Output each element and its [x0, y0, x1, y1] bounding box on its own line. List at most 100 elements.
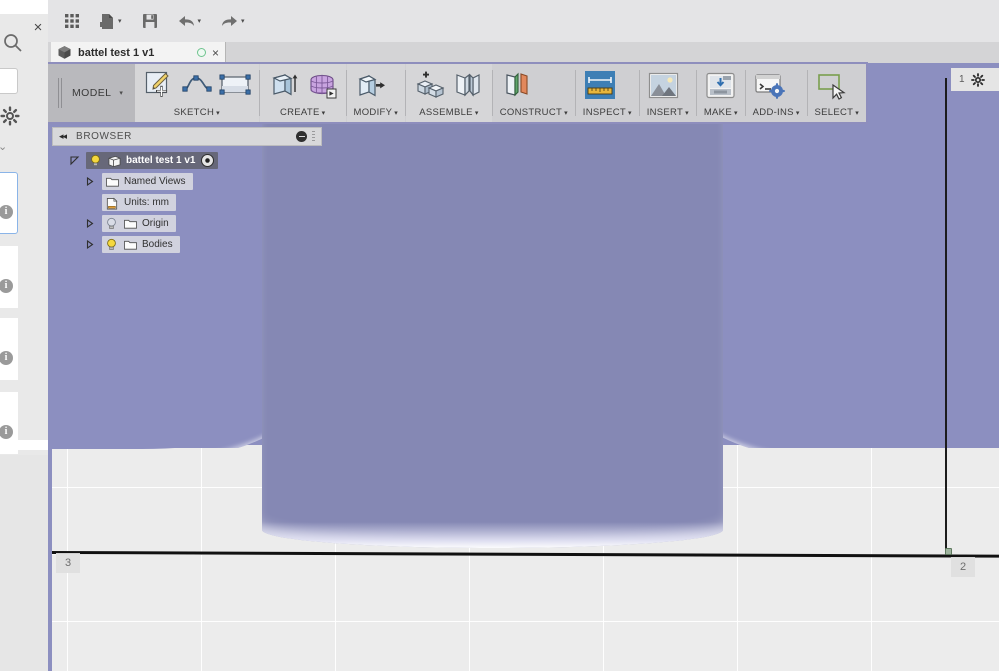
result-card-3[interactable]: i	[0, 318, 18, 380]
info-icon[interactable]: i	[0, 205, 13, 219]
gear-icon[interactable]	[0, 106, 20, 126]
background-lower-pane	[0, 455, 48, 671]
result-card-1[interactable]: i	[0, 172, 18, 234]
info-icon[interactable]: i	[0, 425, 13, 439]
joint-icon	[453, 70, 483, 100]
measure-button[interactable]	[583, 68, 617, 102]
spline-button[interactable]	[180, 68, 214, 102]
3d-print-button[interactable]	[704, 68, 738, 102]
tree-item-units[interactable]: Units: mm	[52, 193, 322, 212]
panel-create: CREATE ▾	[259, 64, 346, 122]
create-sketch-button[interactable]	[142, 68, 176, 102]
expand-caret-icon[interactable]	[86, 218, 102, 229]
expand-caret-icon[interactable]	[86, 239, 102, 250]
panel-label-insert[interactable]: INSERT ▾	[647, 107, 689, 118]
offset-plane-button[interactable]	[500, 68, 534, 102]
tree-item-label: Named Views	[124, 176, 186, 187]
redo-icon	[221, 14, 238, 28]
sketch-point-2[interactable]: 2	[951, 557, 975, 577]
tree-item-named-views[interactable]: Named Views	[52, 172, 322, 191]
workspace-label: MODEL	[72, 87, 112, 99]
viewport-settings-strip[interactable]: 1	[951, 68, 999, 91]
tab-bar-empty-area	[227, 42, 999, 63]
panel-inspect: INSPECT ▾	[576, 64, 639, 122]
browser-header[interactable]: ◂◂ BROWSER	[52, 127, 322, 146]
select-button[interactable]	[814, 68, 848, 102]
rectangle-button[interactable]	[218, 68, 252, 102]
background-input-box[interactable]	[0, 68, 18, 94]
create-form-button[interactable]	[305, 68, 339, 102]
spline-icon	[181, 70, 213, 100]
minimize-icon[interactable]	[296, 131, 307, 142]
tree-item-bodies[interactable]: Bodies	[52, 235, 322, 254]
panel-name: SKETCH	[173, 107, 215, 118]
scripts-addins-button[interactable]	[753, 68, 787, 102]
visibility-bulb-on-icon[interactable]	[105, 238, 118, 251]
chevron-down-icon: ▾	[685, 110, 689, 117]
save-icon	[142, 13, 158, 29]
close-icon[interactable]: ×	[30, 20, 46, 36]
body-right-curve	[714, 412, 999, 448]
chevron-down-icon[interactable]: ▾	[241, 17, 245, 25]
tree-item-root[interactable]: battel test 1 v1	[52, 151, 322, 170]
chevron-down-icon: ▾	[855, 110, 860, 117]
press-pull-button[interactable]	[354, 68, 388, 102]
document-tab[interactable]: battel test 1 v1 ×	[51, 42, 226, 63]
gear-icon[interactable]	[970, 72, 985, 87]
folder-icon	[123, 218, 137, 230]
panel-name: INSERT	[646, 107, 684, 118]
tree-item-label: Origin	[142, 218, 169, 229]
document-tab-title: battel test 1 v1	[78, 46, 155, 59]
panel-label-construct[interactable]: CONSTRUCT ▾	[500, 107, 568, 118]
joint-button[interactable]	[451, 68, 485, 102]
sketch-point-3[interactable]: 3	[56, 553, 80, 573]
chevron-down-icon[interactable]: ⌄	[0, 140, 14, 154]
file-menu-button[interactable]: ▾	[90, 6, 132, 36]
workspace-switcher[interactable]: MODEL ▾	[48, 64, 135, 122]
undo-button[interactable]: ▾	[168, 6, 212, 36]
info-icon[interactable]: i	[0, 351, 13, 365]
result-card-2[interactable]: i	[0, 246, 18, 308]
chevron-down-icon[interactable]: ▾	[118, 17, 122, 25]
redo-button[interactable]: ▾	[211, 6, 255, 36]
chevron-down-icon[interactable]: ▾	[198, 17, 202, 25]
extrude-button[interactable]	[267, 68, 301, 102]
panel-label-inspect[interactable]: INSPECT ▾	[583, 107, 632, 118]
panel-label-make[interactable]: MAKE ▾	[704, 107, 738, 118]
panel-make: MAKE ▾	[697, 64, 745, 122]
close-icon[interactable]: ×	[212, 47, 219, 59]
panel-label-sketch[interactable]: SKETCH ▾	[142, 107, 252, 118]
collapse-panel-icon[interactable]: ◂◂	[59, 131, 67, 142]
tree-item-origin[interactable]: Origin	[52, 214, 322, 233]
folder-icon	[105, 176, 119, 188]
panel-grip[interactable]	[312, 130, 315, 143]
cube-icon	[57, 45, 72, 60]
search-icon[interactable]	[2, 32, 24, 54]
panel-label-add-ins[interactable]: ADD-INS ▾	[753, 107, 800, 118]
visibility-bulb-on-icon[interactable]	[89, 154, 102, 167]
target-icon[interactable]	[200, 153, 215, 168]
body-left-curve	[48, 412, 262, 448]
browser-tree: battel test 1 v1 Named Views Units: mm O…	[52, 146, 322, 254]
panel-label-modify[interactable]: MODIFY ▾	[354, 107, 399, 118]
show-data-panel-button[interactable]	[54, 6, 90, 36]
extrude-icon	[269, 70, 299, 100]
panel-name: ASSEMBLE	[419, 107, 473, 118]
panel-label-select[interactable]: SELECT ▾	[814, 107, 859, 118]
expand-caret-icon[interactable]	[86, 176, 102, 187]
panel-assemble: ASSEMBLE ▾	[405, 64, 492, 122]
panel-label-create[interactable]: CREATE ▾	[267, 107, 339, 118]
visibility-bulb-off-icon[interactable]	[105, 217, 118, 230]
sketch-vertex-point[interactable]	[945, 548, 952, 555]
chevron-down-icon[interactable]: ▾	[119, 89, 123, 97]
insert-image-button[interactable]	[647, 68, 681, 102]
panel-label-assemble[interactable]: ASSEMBLE ▾	[413, 107, 485, 118]
info-icon[interactable]: i	[0, 279, 13, 293]
result-card-4[interactable]: i	[0, 392, 18, 454]
new-component-button[interactable]	[413, 68, 447, 102]
ribbon-grip[interactable]	[58, 78, 64, 108]
grid-icon	[64, 13, 80, 29]
expand-caret-icon[interactable]	[70, 156, 86, 166]
save-button[interactable]	[132, 6, 168, 36]
3d-print-icon	[705, 71, 736, 100]
